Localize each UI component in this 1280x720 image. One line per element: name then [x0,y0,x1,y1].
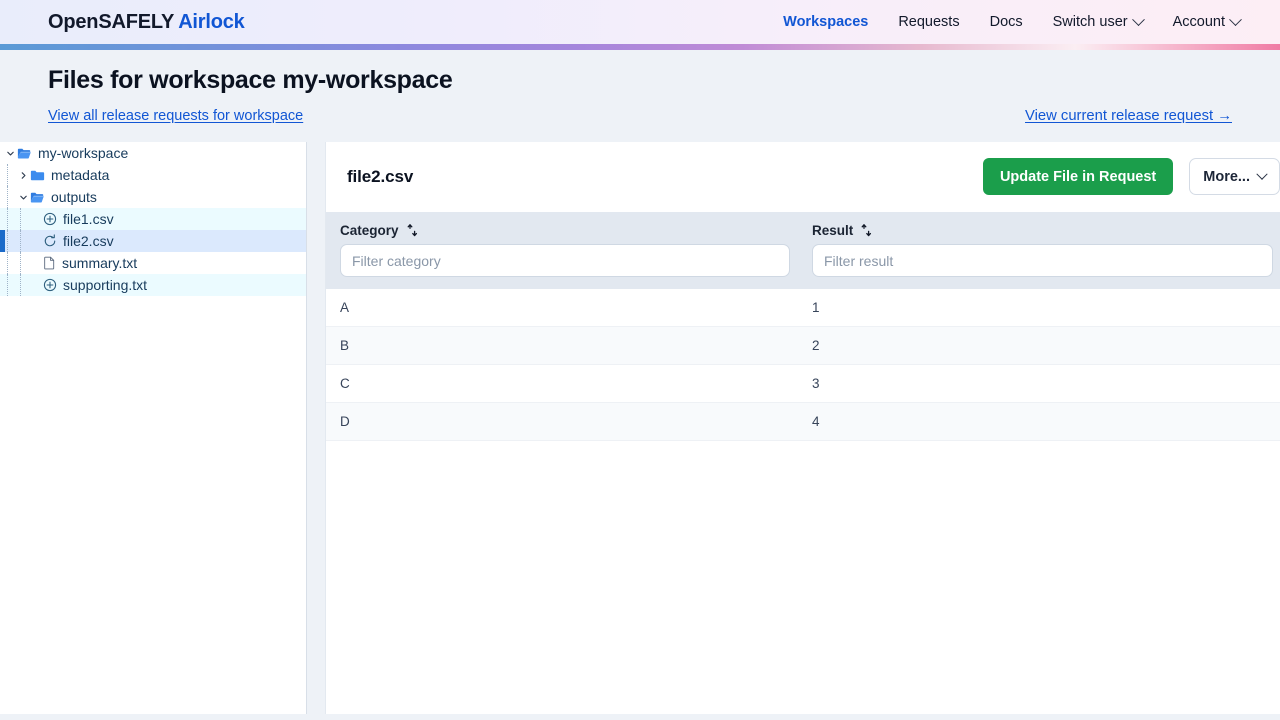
tree-item-metadata[interactable]: metadata [0,164,306,186]
nav-item-docs[interactable]: Docs [990,14,1023,30]
table-row: D4 [326,402,1280,441]
nav-item-account[interactable]: Account [1172,12,1242,30]
table-row: A1 [326,289,1280,327]
tree-guide-line [20,274,21,296]
chevron-down-icon[interactable] [17,193,30,202]
tree-guide-line [20,230,21,252]
cell-category: B [326,326,798,365]
tree-item-label: file1.csv [63,211,114,227]
nav-item-requests[interactable]: Requests [898,14,959,30]
tree-item-label: my-workspace [38,145,129,161]
file-name-heading: file2.csv [347,166,414,186]
column-header-category-label: Category [340,223,399,238]
brand-logo[interactable]: OpenSAFELY Airlock [48,11,245,34]
view-all-release-requests-link[interactable]: View all release requests for workspace [48,108,303,124]
page-body: my-workspace metadata outputs file1.csv file… [0,142,1280,714]
cell-category: A [326,289,798,327]
filter-cell-category [326,244,798,289]
nav-item-switch-user[interactable]: Switch user [1052,12,1145,30]
folder-open-icon [30,191,45,204]
csv-data-table: Category Result Filter category Filter r… [326,212,1280,441]
tree-guide-line [7,164,8,186]
file-tree: my-workspace metadata outputs file1.csv file… [0,142,306,296]
brand-secondary: Airlock [178,10,245,33]
cell-category: D [326,402,798,441]
chevron-down-icon [1131,12,1145,26]
column-header-result-label: Result [812,223,854,238]
nav-item-workspaces[interactable]: Workspaces [783,14,868,30]
chevron-down-icon [1229,12,1242,26]
nav-item-label: Switch user [1052,14,1128,30]
tree-item-label: metadata [51,167,110,183]
tree-guide-line [7,186,8,208]
file-tree-sidebar: my-workspace metadata outputs file1.csv file… [0,142,307,714]
cell-result: 3 [798,364,1280,403]
table-body: A1B2C3D4 [326,289,1280,441]
sort-icon[interactable] [407,224,418,237]
csv-table-wrapper: Category Result Filter category Filter r… [326,212,1280,441]
top-navigation-bar: OpenSAFELY Airlock Workspaces Requests Docs… [0,0,1280,44]
tree-item-file1-csv[interactable]: file1.csv [0,208,306,230]
nav-item-label: Workspaces [783,14,869,30]
file-panel-header: file2.csv Update File in Request More... [326,142,1280,212]
file-icon [43,256,56,270]
table-header-row: Category Result [326,212,1280,244]
plus-circle-icon [43,212,57,226]
update-file-in-request-button[interactable]: Update File in Request [982,158,1174,195]
chevron-down-icon [1256,168,1268,180]
tree-item-label: summary.txt [62,255,138,271]
filter-result-input[interactable] [812,244,1273,277]
filter-cell-result [798,244,1280,289]
nav-item-label: Requests [898,14,960,30]
file-content-panel: file2.csv Update File in Request More...… [325,142,1280,714]
column-header-category[interactable]: Category [326,212,798,244]
cell-result: 1 [798,289,1280,327]
column-gap [307,142,325,714]
chevron-right-icon[interactable] [17,171,30,180]
cell-result: 2 [798,326,1280,365]
folder-closed-icon [30,169,45,182]
file-actions: Update File in Request More... [982,158,1280,195]
nav-item-label: Account [1172,14,1225,30]
more-options-label: More... [1203,168,1250,185]
nav-item-label: Docs [989,14,1023,30]
filter-category-input[interactable] [340,244,790,277]
view-current-release-request-link[interactable]: View current release request → [1025,108,1232,124]
column-header-result[interactable]: Result [798,212,1280,244]
sort-icon[interactable] [861,224,872,237]
plus-circle-icon [43,278,57,292]
page-header: Files for workspace my-workspace View al… [0,50,1280,142]
update-circle-icon [43,234,57,248]
tree-item-outputs[interactable]: outputs [0,186,306,208]
main-nav: Workspaces Requests Docs Switch user Account [783,12,1242,30]
tree-item-file2-csv[interactable]: file2.csv [0,230,306,252]
brand-primary: OpenSAFELY [48,10,175,33]
tree-guide-line [7,274,8,296]
tree-guide-line [7,230,8,252]
tree-item-label: file2.csv [63,233,114,249]
folder-open-icon [17,147,32,160]
tree-item-label: outputs [51,189,97,205]
table-row: C3 [326,364,1280,403]
page-title: Files for workspace my-workspace [48,66,453,94]
table-filter-row [326,244,1280,289]
tree-item-summary-txt[interactable]: summary.txt [0,252,306,274]
tree-guide-line [20,252,21,274]
chevron-down-icon[interactable] [4,149,17,158]
tree-guide-line [7,252,8,274]
cell-category: C [326,364,798,403]
tree-item-label: supporting.txt [63,277,148,293]
tree-guide-line [20,208,21,230]
tree-item-my-workspace[interactable]: my-workspace [0,142,306,164]
more-options-button[interactable]: More... [1189,158,1280,195]
table-head: Category Result [326,212,1280,289]
tree-guide-line [7,208,8,230]
cell-result: 4 [798,402,1280,441]
tree-item-supporting-txt[interactable]: supporting.txt [0,274,306,296]
table-row: B2 [326,326,1280,365]
